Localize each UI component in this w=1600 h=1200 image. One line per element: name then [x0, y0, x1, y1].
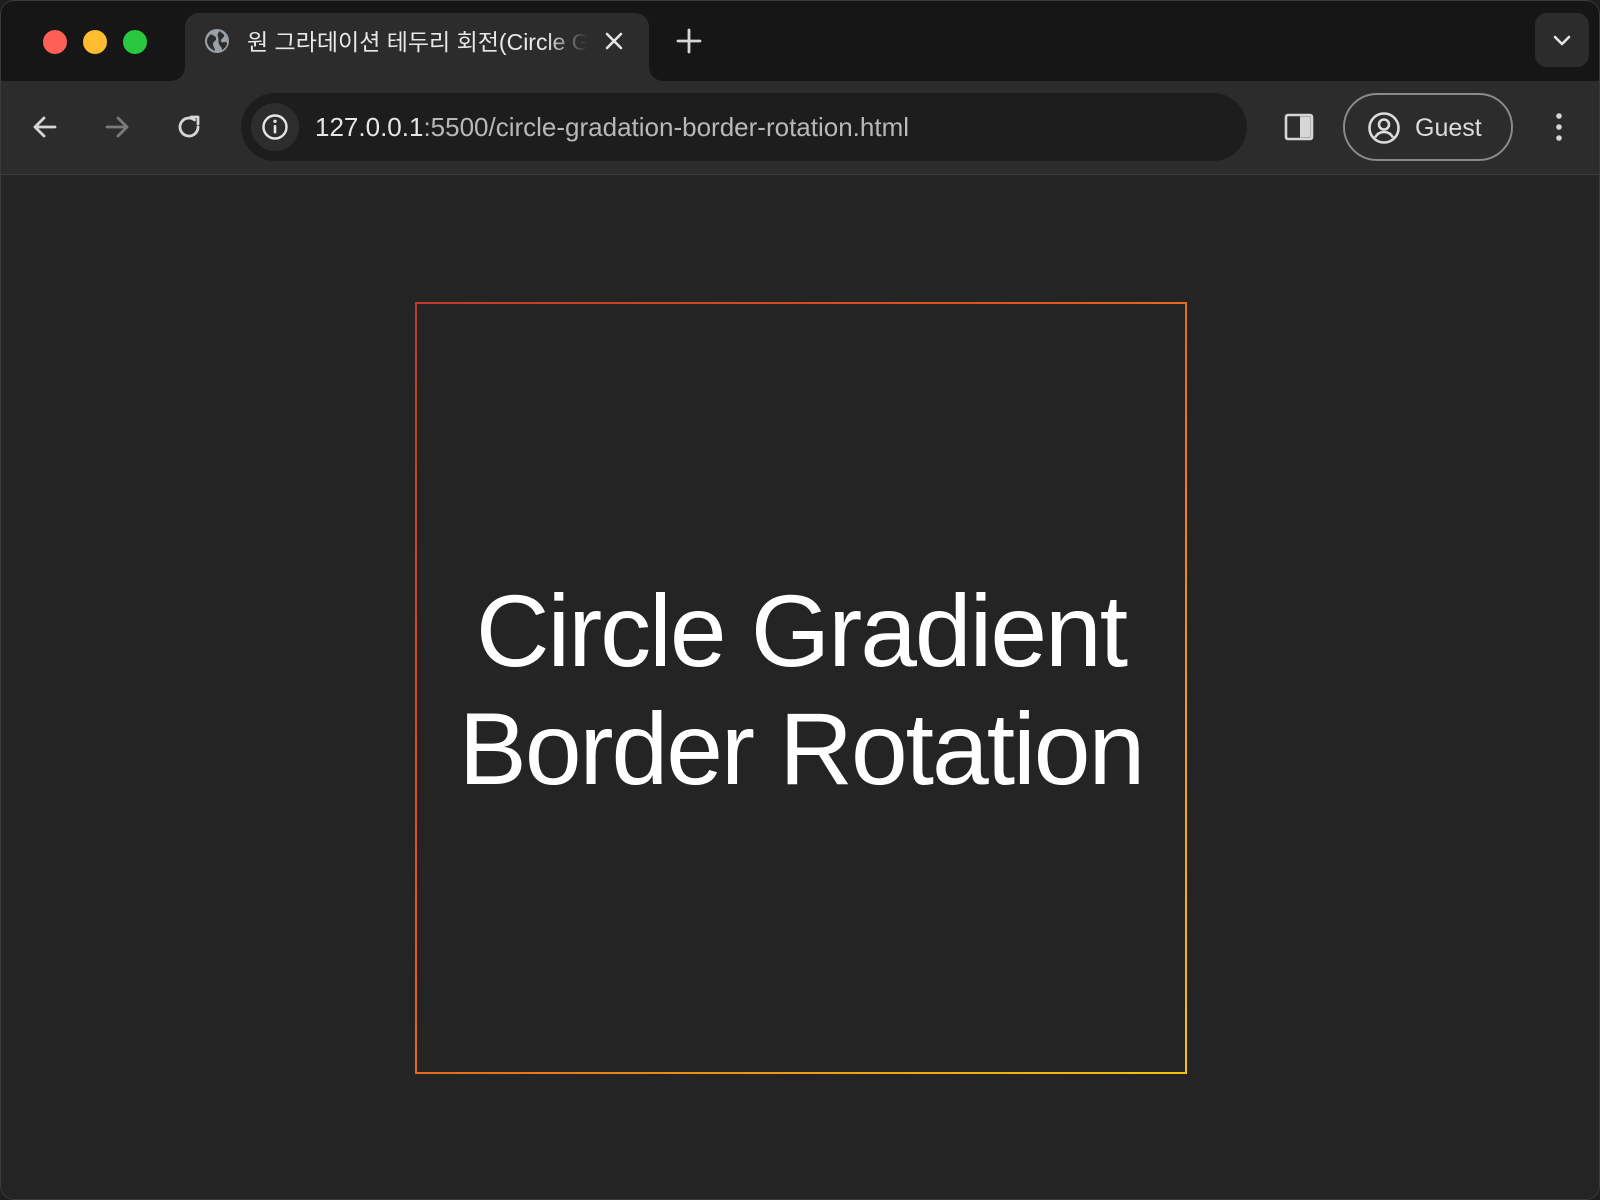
globe-icon	[205, 29, 229, 53]
arrow-left-icon[interactable]	[29, 111, 61, 143]
user-circle-icon	[1368, 112, 1400, 144]
headline-line-2: Border Rotation	[458, 692, 1145, 806]
url-host: 127.0.0.1	[315, 112, 424, 142]
browser-tab-active[interactable]: 원 그라데이션 테두리 회전(Circle Gradation Border R…	[185, 13, 649, 81]
page-headline: Circle Gradient Border Rotation	[417, 572, 1185, 808]
tab-strip: 원 그라데이션 테두리 회전(Circle Gradation Border R…	[1, 1, 1599, 81]
url-text[interactable]: 127.0.0.1:5500/circle-gradation-border-r…	[315, 111, 909, 143]
browser-window: 원 그라데이션 테두리 회전(Circle Gradation Border R…	[0, 0, 1600, 1200]
minimize-window-button[interactable]	[83, 30, 107, 54]
headline-line-1: Circle Gradient	[475, 574, 1128, 688]
info-icon	[262, 114, 288, 140]
profile-button[interactable]: Guest	[1343, 93, 1513, 161]
close-window-button[interactable]	[43, 30, 67, 54]
page-viewport: Circle Gradient Border Rotation	[1, 176, 1599, 1199]
site-info-button[interactable]	[251, 103, 299, 151]
side-panel-icon[interactable]	[1281, 109, 1317, 145]
close-icon[interactable]	[603, 30, 625, 52]
gradient-border-box: Circle Gradient Border Rotation	[415, 302, 1187, 1074]
address-bar[interactable]: 127.0.0.1:5500/circle-gradation-border-r…	[241, 93, 1247, 161]
arrow-right-icon[interactable]	[101, 111, 133, 143]
browser-toolbar: 127.0.0.1:5500/circle-gradation-border-r…	[1, 81, 1599, 175]
url-path: :5500/circle-gradation-border-rotation.h…	[423, 112, 910, 142]
tab-title: 원 그라데이션 테두리 회전(Circle Gradation Border R…	[247, 29, 587, 55]
kebab-menu-icon[interactable]	[1545, 109, 1573, 145]
reload-icon[interactable]	[173, 111, 205, 143]
plus-icon[interactable]	[675, 27, 703, 55]
tab-search-button[interactable]	[1535, 13, 1589, 67]
maximize-window-button[interactable]	[123, 30, 147, 54]
profile-label: Guest	[1415, 114, 1482, 142]
chevron-down-icon	[1553, 35, 1571, 46]
